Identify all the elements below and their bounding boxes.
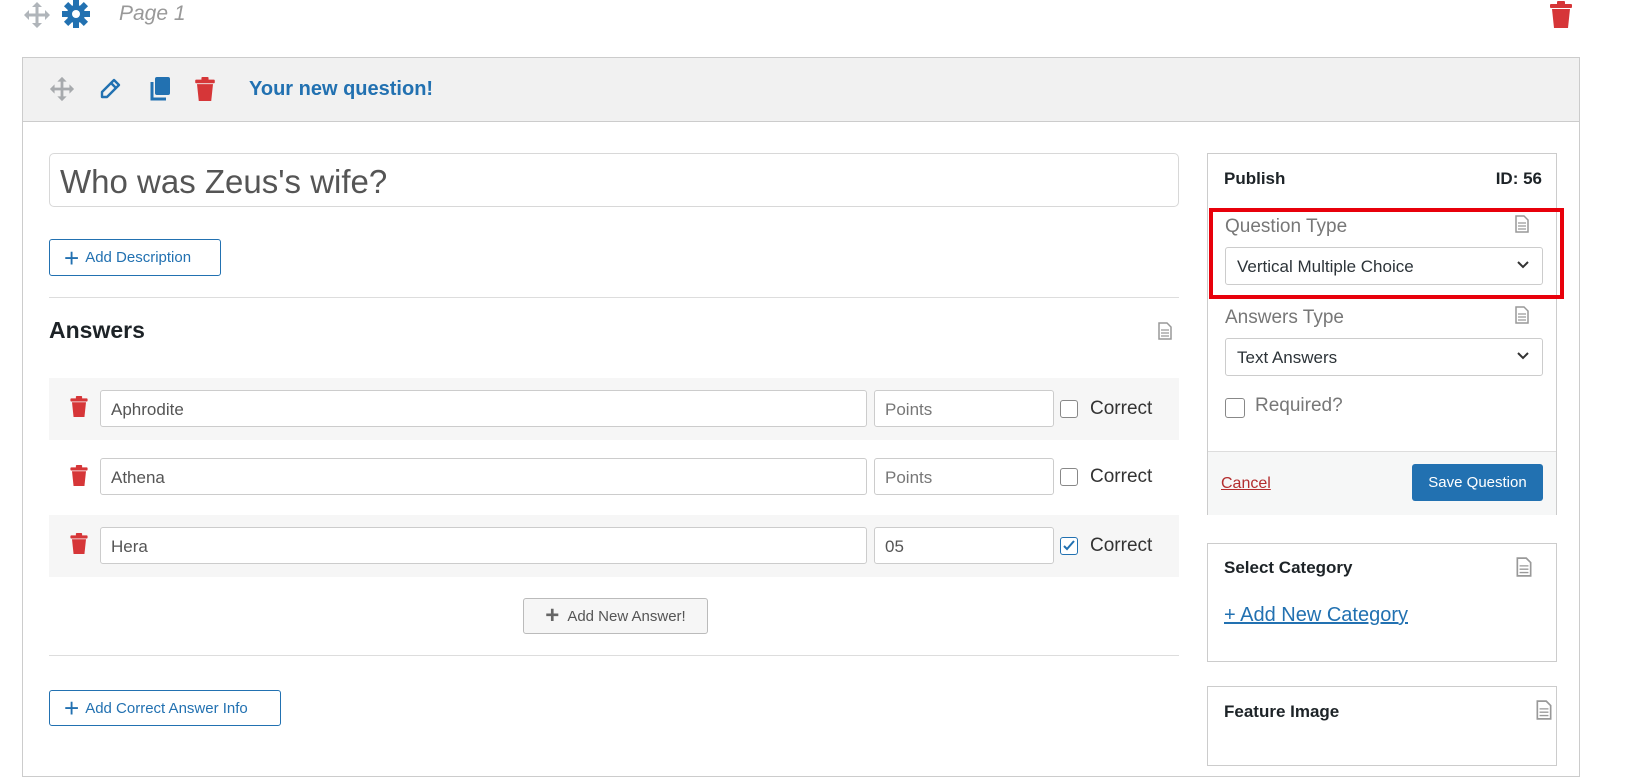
correct-label: Correct [1090, 466, 1153, 487]
page-move-icon[interactable] [23, 1, 51, 29]
add-description-button[interactable]: + Add Description [49, 239, 221, 276]
correct-checkbox[interactable] [1060, 468, 1078, 486]
pencil-icon[interactable] [99, 78, 121, 100]
publish-title: Publish [1224, 169, 1286, 188]
correct-checkbox[interactable] [1060, 400, 1078, 418]
question-id: ID: 56 [1495, 169, 1542, 188]
answer-row: Aphrodite Points Correct [49, 378, 1179, 440]
trash-icon[interactable] [70, 465, 88, 486]
required-checkbox[interactable] [1225, 398, 1245, 418]
trash-icon[interactable] [195, 77, 215, 101]
answer-text-input[interactable]: Hera [100, 527, 867, 564]
answer-row: Hera 05 Correct [49, 515, 1179, 577]
answer-text-input[interactable]: Athena [100, 458, 867, 495]
feature-image-doc-icon [1536, 700, 1552, 720]
question-card-header: Your new question! [23, 58, 1579, 122]
move-icon[interactable] [49, 76, 75, 102]
question-header-title: Your new question! [249, 78, 434, 100]
feature-image-title: Feature Image [1224, 702, 1340, 721]
answers-type-doc-icon [1515, 306, 1529, 324]
add-correct-answer-info-label: Add Correct Answer Info [85, 699, 248, 717]
add-new-category-link[interactable]: + Add New Category [1224, 604, 1408, 627]
category-title: Select Category [1224, 558, 1353, 577]
answers-type-label: Answers Type [1225, 307, 1344, 328]
highlight-box [1209, 208, 1564, 299]
trash-icon[interactable] [70, 533, 88, 554]
save-question-button[interactable]: Save Question [1412, 464, 1543, 501]
category-panel: Select Category + Add New Category [1207, 543, 1557, 662]
correct-label: Correct [1090, 535, 1153, 556]
answer-text-input[interactable]: Aphrodite [100, 390, 867, 427]
feature-image-panel: Feature Image [1207, 686, 1557, 766]
answer-row: Athena Points Correct [49, 447, 1179, 509]
correct-checkbox-checked[interactable] [1060, 537, 1078, 555]
chevron-down-icon [1516, 349, 1530, 363]
add-new-answer-label: Add New Answer! [567, 607, 686, 625]
required-label: Required? [1255, 395, 1343, 416]
plus-icon: + [545, 602, 560, 629]
answer-points-input[interactable]: Points [874, 458, 1054, 495]
add-correct-answer-info-button[interactable]: + Add Correct Answer Info [49, 690, 281, 726]
add-description-label: Add Description [85, 249, 192, 266]
question-title-input[interactable]: Who was Zeus's wife? [49, 153, 1179, 207]
page-title: Page 1 [119, 2, 186, 25]
plus-icon: + [64, 693, 80, 723]
answers-doc-icon [1158, 322, 1172, 340]
answer-points-input[interactable]: 05 [874, 527, 1054, 564]
check-icon [1063, 540, 1075, 551]
divider [49, 655, 1179, 656]
cancel-link[interactable]: Cancel [1221, 475, 1271, 493]
category-doc-icon [1516, 557, 1532, 577]
answer-points-input[interactable]: Points [874, 390, 1054, 427]
answers-type-select[interactable]: Text Answers [1225, 338, 1543, 376]
divider [49, 297, 1179, 298]
copy-icon[interactable] [149, 77, 171, 101]
plus-icon: + [64, 242, 80, 273]
answers-heading: Answers [49, 317, 145, 343]
answers-type-value: Text Answers [1237, 348, 1338, 367]
correct-label: Correct [1090, 398, 1153, 419]
trash-icon[interactable] [70, 396, 88, 417]
page-trash-icon[interactable] [1550, 1, 1572, 28]
gear-icon[interactable] [62, 0, 90, 28]
add-new-answer-button[interactable]: + Add New Answer! [523, 598, 708, 634]
